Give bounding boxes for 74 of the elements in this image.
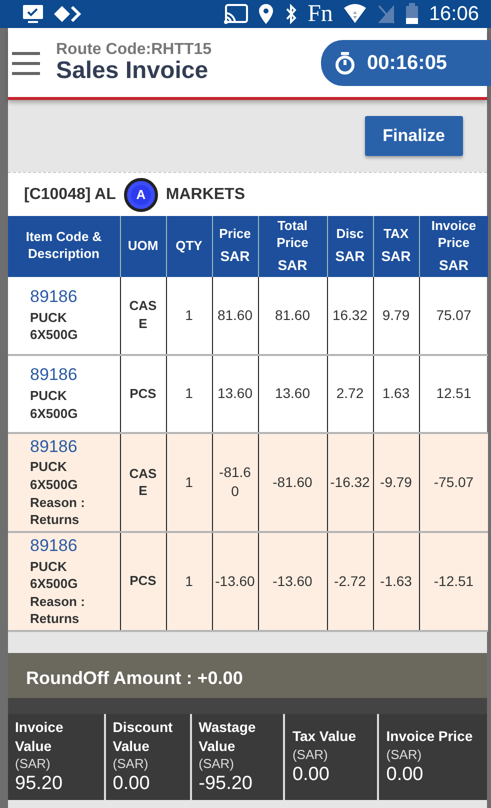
- table-cell: 1: [166, 432, 212, 532]
- table-cell: -1.63: [373, 532, 419, 631]
- summary-unit: (SAR): [198, 754, 236, 773]
- roundoff-amount: RoundOff Amount : +0.00: [8, 653, 487, 698]
- table-cell: 16.32: [327, 276, 373, 354]
- customer-name: [C10048] AL: [24, 184, 116, 204]
- table-cell: 81.60: [258, 276, 327, 354]
- table-cell: 81.60: [212, 276, 258, 354]
- column-header: Total Price SAR: [258, 216, 327, 276]
- column-header: Item Code & Description: [8, 216, 120, 276]
- page-title: Sales Invoice: [56, 58, 210, 84]
- summary-unit: (SAR): [386, 746, 423, 764]
- summary-label: Discount Value: [112, 718, 174, 755]
- table-cell: 1: [166, 532, 212, 631]
- column-header: Disc SAR: [327, 216, 373, 276]
- table-cell: -81.6 0: [212, 432, 258, 532]
- column-header: UOM: [120, 216, 166, 276]
- table-cell: -12.51: [419, 532, 488, 631]
- return-reason: Reason : Returns: [30, 494, 86, 529]
- table-cell: PCS: [120, 532, 166, 631]
- summary-value: -95.20: [198, 772, 254, 796]
- table-cell: -2.72: [327, 532, 373, 631]
- menu-icon[interactable]: [12, 50, 40, 76]
- summary-value: 0.00: [112, 772, 151, 796]
- item-code: 89186: [30, 436, 78, 458]
- column-header: Invoice Price SAR: [419, 216, 488, 276]
- table-cell: -9.79: [373, 432, 419, 532]
- touch-indicator: A: [124, 178, 158, 212]
- summary-value: 95.20: [15, 772, 64, 796]
- summary-value: 0.00: [292, 764, 330, 787]
- table-cell: 9.79: [373, 276, 419, 354]
- column-header: QTY: [166, 216, 212, 276]
- stopwatch-icon: [335, 50, 355, 74]
- item-description: PUCK 6X500G: [30, 308, 79, 344]
- item-description: PUCK 6X500G: [30, 387, 79, 423]
- summary-unit: (SAR): [15, 754, 52, 773]
- bluetooth-icon: [284, 3, 298, 25]
- battery-icon: [404, 3, 419, 25]
- summary-unit: (SAR): [292, 746, 329, 764]
- item-code: 89186: [30, 286, 78, 308]
- finalize-button[interactable]: Finalize: [364, 116, 463, 156]
- route-code: Route Code:RHTT15: [56, 40, 212, 58]
- monitor-check-icon: [22, 4, 44, 24]
- table-cell: -75.07: [419, 432, 488, 532]
- status-time: 16:06: [428, 2, 479, 27]
- item-description: PUCK 6X500G: [30, 558, 79, 593]
- return-reason: Reason : Returns: [30, 592, 86, 628]
- table-cell: CAS E: [120, 432, 166, 532]
- location-pin-icon: [258, 3, 274, 25]
- wifi-icon: [342, 4, 367, 24]
- summary-label: Invoice Price: [386, 727, 474, 746]
- customer-name: MARKETS: [166, 184, 245, 204]
- summary-label: Tax Value: [292, 727, 357, 746]
- summary-unit: (SAR): [112, 754, 150, 773]
- column-header: Price SAR: [212, 216, 258, 276]
- table-cell: -16.32: [327, 432, 373, 532]
- fn-indicator: Fn: [308, 2, 333, 26]
- summary-value: 0.00: [386, 764, 424, 787]
- timer-value: 00:16:05: [367, 50, 448, 76]
- table-cell: CAS E: [120, 276, 166, 354]
- item-description: PUCK 6X500G: [30, 458, 79, 494]
- table-cell: -81.60: [258, 432, 327, 532]
- summary-label: Invoice Value: [15, 718, 64, 755]
- table-cell: 75.07: [419, 276, 488, 354]
- table-cell: -13.60: [212, 532, 258, 631]
- no-signal-icon: [376, 4, 395, 24]
- item-code: 89186: [30, 534, 78, 557]
- summary-label: Wastage Value: [198, 718, 257, 755]
- table-cell: 1: [166, 276, 212, 354]
- item-code: 89186: [30, 364, 78, 386]
- diamond-arrow-icon: [54, 5, 82, 23]
- table-cell: -13.60: [258, 532, 327, 631]
- column-header: TAX SAR: [373, 216, 419, 276]
- cast-icon: [224, 4, 248, 24]
